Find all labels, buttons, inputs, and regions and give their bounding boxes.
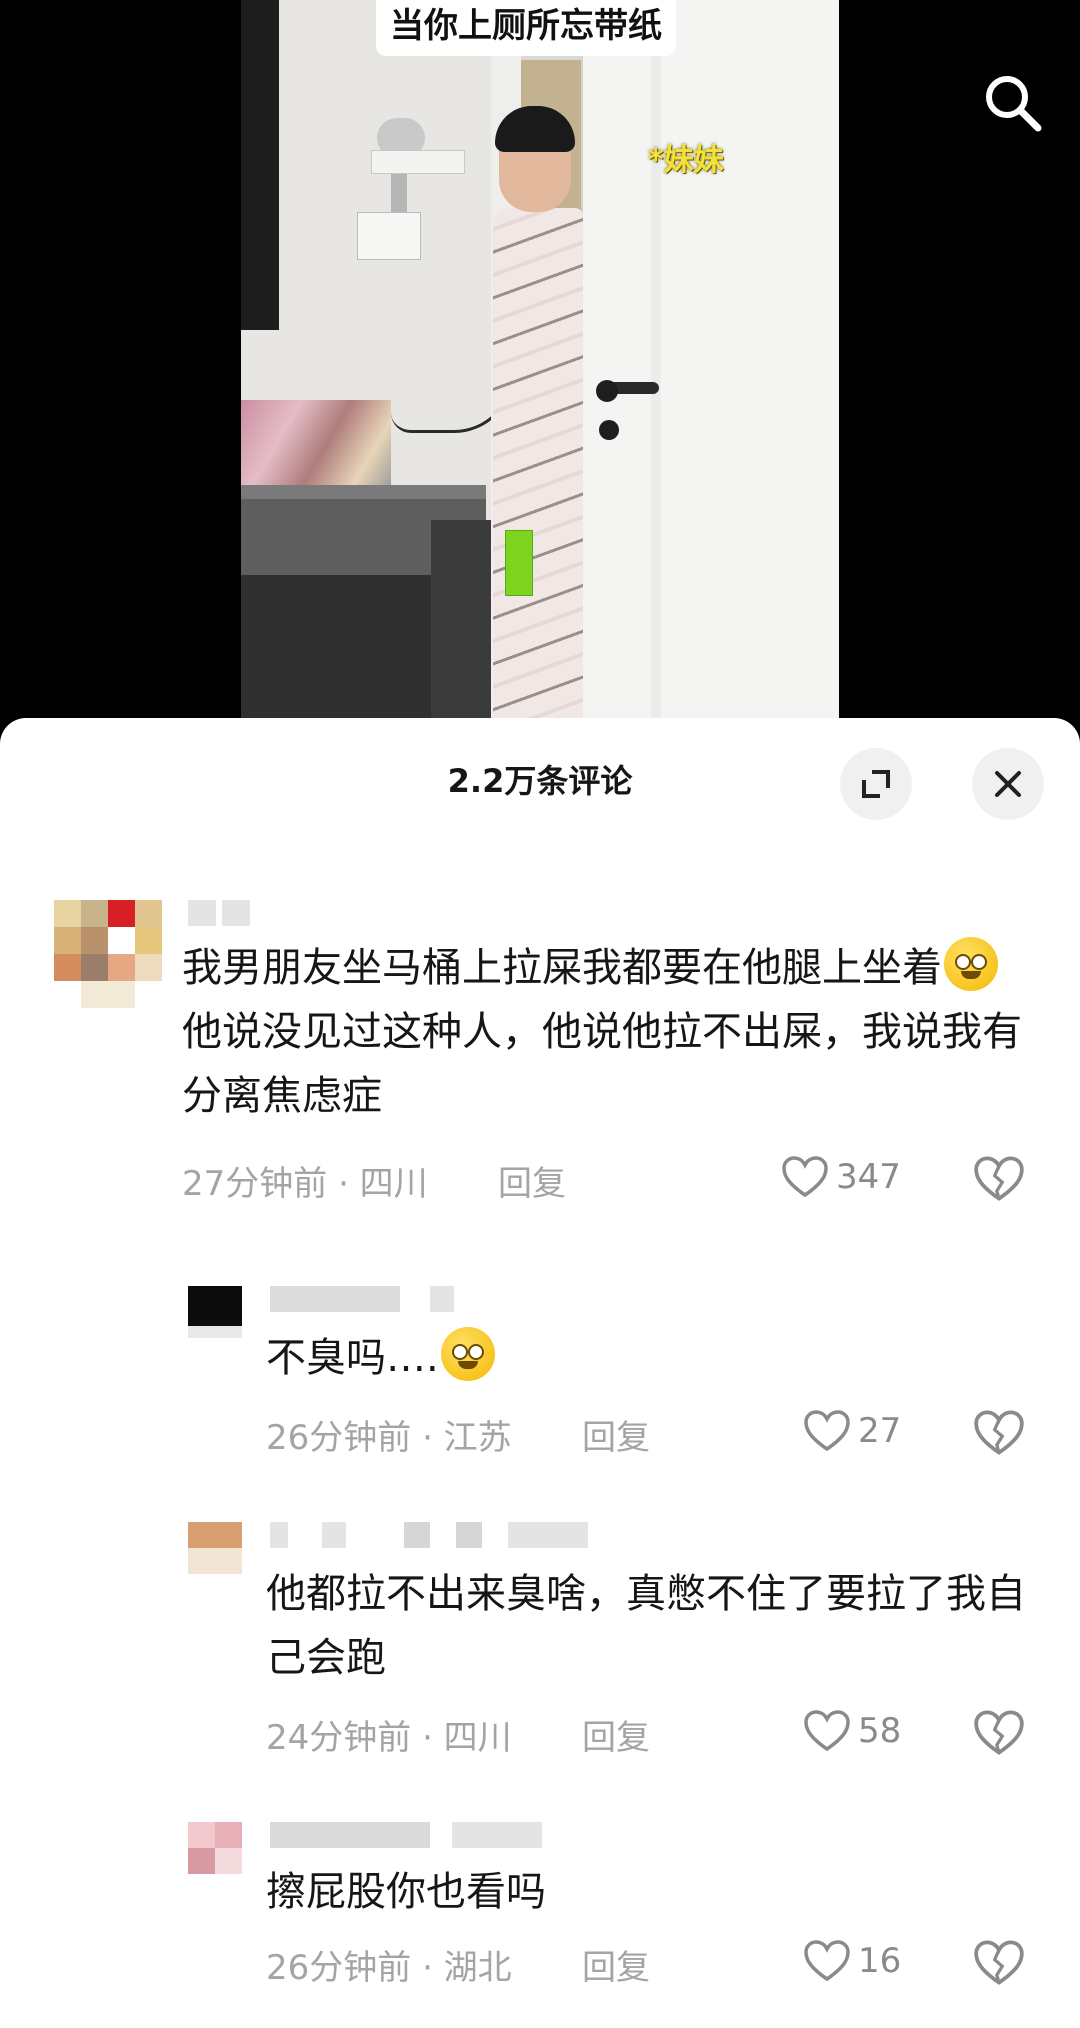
- heart-icon: [782, 1156, 828, 1198]
- like-count: 16: [858, 1941, 902, 1981]
- person-figure: [493, 106, 583, 720]
- avatar[interactable]: [188, 1522, 242, 1574]
- like-button[interactable]: 27: [804, 1410, 901, 1452]
- like-button[interactable]: 58: [804, 1710, 901, 1752]
- heart-icon: [804, 1940, 850, 1982]
- broken-heart-icon: [974, 1940, 1024, 1985]
- comment-text: 擦屁股你也看吗: [266, 1869, 546, 1915]
- like-button[interactable]: 347: [782, 1156, 901, 1198]
- comments-sheet: 2.2万条评论 我男朋友坐马桶上拉屎我都要在他腿上坐着 他说没见过这种人，他说他…: [0, 718, 1080, 2028]
- comment-meta: 27分钟前 · 四川: [182, 1164, 428, 1204]
- comments-count-title: 2.2万条评论: [447, 762, 633, 800]
- video-caption: 当你上厕所忘带纸: [376, 0, 676, 56]
- dislike-button[interactable]: [974, 1940, 1024, 1986]
- video-player[interactable]: 当你上厕所忘带纸 *妹妹: [0, 0, 1080, 720]
- search-icon: [986, 76, 1042, 132]
- avatar[interactable]: [188, 1822, 242, 1874]
- avatar[interactable]: [54, 900, 162, 1008]
- comment-meta: 26分钟前 · 江苏: [266, 1418, 512, 1458]
- video-frame: [241, 0, 839, 720]
- search-button[interactable]: [980, 70, 1046, 136]
- like-button[interactable]: 16: [804, 1940, 901, 1982]
- heart-icon: [804, 1710, 850, 1752]
- comment-text: 我男朋友坐马桶上拉屎我都要在他腿上坐着 他说没见过这种人，他说他拉不出屎，我说我有…: [182, 936, 1022, 1128]
- dislike-button[interactable]: [974, 1156, 1024, 1202]
- video-sticker-text: *妹妹: [648, 143, 724, 178]
- smiling-face-emoji: [944, 937, 998, 991]
- comment-text: 他都拉不出来臭啥，真憋不住了要拉了我自己会跑: [266, 1571, 1026, 1681]
- close-icon: [995, 771, 1021, 797]
- reply-button[interactable]: 回复: [582, 1410, 650, 1459]
- like-count: 27: [858, 1411, 902, 1451]
- flushed-sweat-emoji: [440, 1327, 495, 1381]
- like-count: 58: [858, 1711, 902, 1751]
- comment-meta: 24分钟前 · 四川: [266, 1718, 512, 1758]
- reply-button[interactable]: 回复: [498, 1156, 566, 1205]
- reply-button[interactable]: 回复: [582, 1710, 650, 1759]
- broken-heart-icon: [974, 1156, 1024, 1201]
- comment-meta: 26分钟前 · 湖北: [266, 1948, 512, 1988]
- broken-heart-icon: [974, 1410, 1024, 1455]
- broken-heart-icon: [974, 1710, 1024, 1755]
- heart-icon: [804, 1410, 850, 1452]
- expand-icon: [862, 770, 890, 798]
- dislike-button[interactable]: [974, 1410, 1024, 1456]
- like-count: 347: [836, 1157, 901, 1197]
- reply-button[interactable]: 回复: [582, 1940, 650, 1989]
- dislike-button[interactable]: [974, 1710, 1024, 1756]
- expand-button[interactable]: [840, 748, 912, 820]
- avatar[interactable]: [188, 1286, 242, 1338]
- comment-text: 不臭吗….: [266, 1326, 1026, 1390]
- close-button[interactable]: [972, 748, 1044, 820]
